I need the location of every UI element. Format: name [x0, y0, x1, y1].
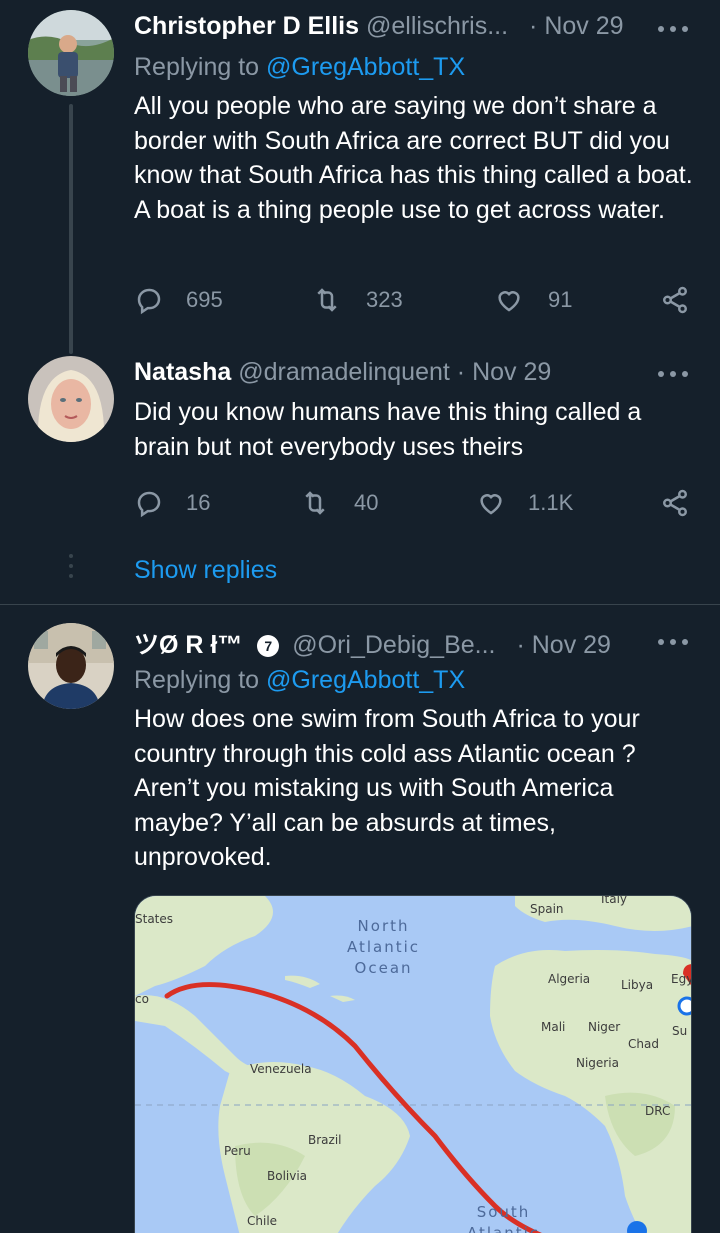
separator-dot: · — [516, 631, 525, 659]
like-button[interactable]: 91 — [494, 283, 572, 317]
like-count: 91 — [548, 287, 573, 312]
map-label-egypt: Egy — [671, 972, 692, 986]
share-button[interactable] — [660, 486, 690, 520]
tweet-actions: 16 40 1.1K — [134, 486, 694, 520]
retweet-button[interactable]: 40 — [300, 486, 378, 520]
replying-prefix: Replying to — [134, 53, 260, 81]
mention-link[interactable]: @GregAbbott_TX — [266, 53, 465, 81]
tweet-header: Natasha @dramadelinquent · Nov 29 — [134, 358, 696, 392]
share-button[interactable] — [660, 283, 690, 317]
map-label-chile: Chile — [247, 1214, 278, 1228]
share-icon — [663, 489, 687, 517]
tweet-natasha[interactable]: Natasha @dramadelinquent · Nov 29 Did yo… — [0, 340, 720, 605]
thread-continuation-dots — [68, 554, 74, 584]
badge-icon: 7 — [257, 635, 280, 657]
map-label-algeria: Algeria — [548, 972, 591, 986]
like-count: 1.1K — [528, 490, 574, 515]
heart-icon — [480, 494, 502, 515]
map-label-nigeria: Nigeria — [576, 1056, 619, 1070]
tweet-date[interactable]: Nov 29 — [532, 631, 611, 659]
map-label-chad: Chad — [628, 1037, 659, 1051]
display-name[interactable]: Natasha — [134, 358, 231, 386]
map-label-south-atlantic: South Atlantic — [467, 1203, 541, 1233]
tweet-christopher[interactable]: Christopher D Ellis @ellischris... · Nov… — [0, 0, 720, 354]
map-label-brazil: Brazil — [308, 1133, 342, 1147]
map-label-spain: Spain — [530, 902, 564, 916]
tweet-text: All you people who are saying we don’t s… — [134, 92, 693, 224]
retweet-icon — [305, 491, 325, 515]
replying-prefix: Replying to — [134, 666, 260, 694]
map-label-peru: Peru — [224, 1144, 251, 1158]
reply-count: 16 — [186, 490, 211, 515]
retweet-icon — [317, 288, 337, 312]
avatar-ori[interactable] — [28, 623, 114, 709]
reply-button[interactable]: 695 — [134, 283, 223, 317]
tweet-date[interactable]: Nov 29 — [472, 358, 551, 386]
handle[interactable]: @Ori_Debig_Be... — [292, 631, 495, 659]
share-icon — [663, 286, 687, 314]
heart-icon — [498, 291, 520, 312]
display-name[interactable]: ツØ R ł™ — [134, 631, 242, 659]
map-label-co: co — [135, 992, 149, 1006]
more-icon[interactable] — [658, 369, 688, 379]
like-button[interactable]: 1.1K — [476, 486, 573, 520]
replying-to: Replying to @GregAbbott_TX — [134, 666, 465, 695]
tweet-text: How does one swim from South Africa to y… — [134, 705, 640, 872]
map-label-bolivia: Bolivia — [267, 1169, 308, 1183]
retweet-count: 323 — [366, 287, 403, 312]
tweet-text: Did you know humans have this thing call… — [134, 398, 642, 461]
map-label-niger: Niger — [588, 1020, 621, 1034]
map-label-sudan: Su — [672, 1024, 688, 1038]
map-label-north-atlantic: North Atlantic Ocean — [347, 917, 421, 977]
reply-count: 695 — [186, 287, 223, 312]
more-icon[interactable] — [658, 24, 688, 34]
display-name[interactable]: Christopher D Ellis — [134, 12, 359, 40]
reply-button[interactable]: 16 — [134, 486, 210, 520]
map-label-drc: DRC — [645, 1104, 671, 1118]
show-replies-link[interactable]: Show replies — [134, 556, 277, 585]
handle[interactable]: @ellischris... — [366, 12, 508, 40]
avatar-natasha[interactable] — [28, 356, 114, 442]
tweet-actions: 695 323 91 — [134, 283, 694, 317]
retweet-count: 40 — [354, 490, 379, 515]
map-label-italy: Italy — [601, 895, 628, 906]
map-label-libya: Libya — [621, 978, 654, 992]
more-icon[interactable] — [658, 637, 688, 647]
retweet-button[interactable]: 323 — [312, 283, 403, 317]
handle[interactable]: @dramadelinquent — [238, 358, 450, 386]
tweet-header: ツØ R ł™ 7 @Ori_Debig_Be... · Nov 29 — [134, 625, 696, 659]
avatar-christopher[interactable] — [28, 10, 114, 96]
map-image[interactable]: North Atlantic Ocean South Atlantic Stat… — [134, 895, 692, 1233]
tweet-date[interactable]: Nov 29 — [544, 12, 623, 40]
thread-line — [69, 104, 73, 354]
map-label-venezuela: Venezuela — [250, 1062, 312, 1076]
separator-dot: · — [456, 358, 466, 386]
mention-link[interactable]: @GregAbbott_TX — [266, 666, 465, 694]
reply-icon — [137, 288, 161, 315]
tweet-header: Christopher D Ellis @ellischris... · Nov… — [134, 12, 696, 46]
reply-icon — [137, 491, 161, 518]
separator-dot: · — [529, 12, 538, 40]
map-label-states: States — [135, 912, 174, 926]
map-label-mali: Mali — [541, 1020, 566, 1034]
replying-to: Replying to @GregAbbott_TX — [134, 53, 465, 82]
